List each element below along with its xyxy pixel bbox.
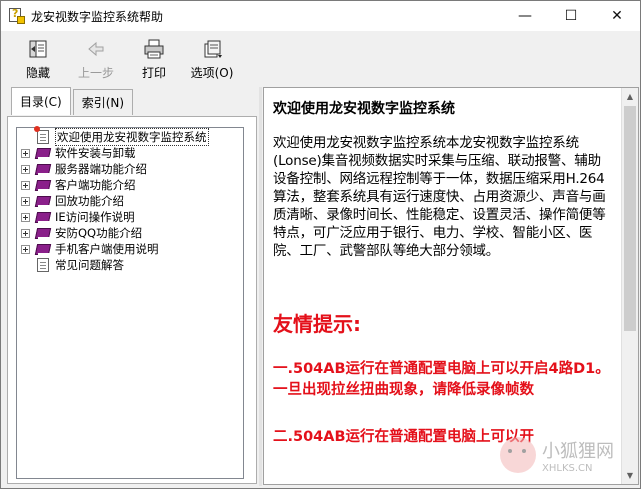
- tab-contents[interactable]: 目录(C): [11, 87, 71, 115]
- tree-item-label: 客户端功能介绍: [55, 178, 136, 192]
- tree-item-ie-access[interactable]: IE访问操作说明: [17, 209, 243, 225]
- navigation-pane: 目录(C) 索引(N) 欢迎使用龙安视数字监控系统 软件安装与卸载 服务器端功能…: [7, 87, 257, 484]
- scroll-up-icon[interactable]: ▲: [622, 88, 638, 105]
- tree-item-label: 软件安装与卸载: [55, 146, 136, 160]
- tab-body: 欢迎使用龙安视数字监控系统 软件安装与卸载 服务器端功能介绍 客户端功能介绍 回…: [7, 116, 257, 484]
- scroll-thumb[interactable]: [624, 106, 636, 331]
- tree-item-label: 常见问题解答: [55, 258, 124, 272]
- hide-button[interactable]: 隐藏: [9, 32, 67, 82]
- watermark-cn: 小狐狸网: [542, 440, 614, 462]
- tip-item-1: 一.504AB运行在普通配置电脑上可以开启4路D1。一旦出现拉丝扭曲现象，请降低…: [273, 361, 610, 398]
- close-button[interactable]: ✕: [594, 1, 640, 31]
- tree-item-mobile[interactable]: 手机客户端使用说明: [17, 241, 243, 257]
- tree-item-label: 服务器端功能介绍: [55, 162, 147, 176]
- book-icon: [34, 179, 52, 192]
- book-icon: [34, 211, 52, 224]
- fox-logo-icon: [500, 437, 536, 473]
- expand-icon[interactable]: [21, 228, 30, 238]
- tip-heading: 友情提示:: [273, 312, 361, 336]
- tree-item-label: 手机客户端使用说明: [55, 242, 159, 256]
- book-icon: [34, 163, 52, 176]
- printer-icon: [144, 39, 164, 59]
- expand-icon[interactable]: [21, 196, 30, 206]
- tree-item-label: 安防QQ功能介绍: [55, 226, 143, 240]
- expand-icon[interactable]: [21, 212, 30, 222]
- topic-content-pane: 欢迎使用龙安视数字监控系统 欢迎使用龙安视数字监控系统本龙安视数字监控系统(Lo…: [263, 87, 639, 485]
- tree-item-label: 回放功能介绍: [55, 194, 124, 208]
- tree-item-install[interactable]: 软件安装与卸载: [17, 145, 243, 161]
- back-label: 上一步: [77, 66, 114, 80]
- print-label: 打印: [141, 66, 166, 80]
- maximize-button[interactable]: ☐: [548, 1, 594, 31]
- options-button[interactable]: 选项(O): [183, 32, 241, 82]
- expand-icon[interactable]: [21, 164, 30, 174]
- tree-item-faq[interactable]: 常见问题解答: [17, 257, 243, 273]
- watermark: 小狐狸网 XHLKS.CN: [500, 434, 630, 476]
- options-icon: [204, 40, 222, 58]
- hide-label: 隐藏: [25, 66, 50, 80]
- help-window: 龙安视数字监控系统帮助 — ☐ ✕ 隐藏 上一步: [0, 0, 641, 489]
- help-app-icon: [9, 7, 25, 24]
- nav-tabs: 目录(C) 索引(N): [11, 87, 135, 117]
- tree-item-security-qq[interactable]: 安防QQ功能介绍: [17, 225, 243, 241]
- expand-icon[interactable]: [21, 180, 30, 190]
- contents-tree[interactable]: 欢迎使用龙安视数字监控系统 软件安装与卸载 服务器端功能介绍 客户端功能介绍 回…: [16, 126, 244, 479]
- title-bar[interactable]: 龙安视数字监控系统帮助 — ☐ ✕: [1, 1, 640, 31]
- vertical-scrollbar[interactable]: ▲ ▼: [621, 88, 638, 484]
- toolbar: 隐藏 上一步 打印 选项(O): [1, 32, 640, 82]
- expand-icon[interactable]: [21, 244, 30, 254]
- tree-item-label: IE访问操作说明: [55, 210, 135, 224]
- book-icon: [34, 195, 52, 208]
- watermark-en: XHLKS.CN: [542, 462, 593, 474]
- expand-icon[interactable]: [21, 148, 30, 158]
- tab-index[interactable]: 索引(N): [72, 89, 134, 115]
- back-button: 上一步: [67, 32, 125, 82]
- print-button[interactable]: 打印: [125, 32, 183, 82]
- tree-item-client[interactable]: 客户端功能介绍: [17, 177, 243, 193]
- book-icon: [34, 227, 52, 240]
- options-label: 选项(O): [190, 66, 234, 80]
- topic-content: 欢迎使用龙安视数字监控系统 欢迎使用龙安视数字监控系统本龙安视数字监控系统(Lo…: [273, 98, 613, 448]
- book-icon: [34, 147, 52, 160]
- window-title: 龙安视数字监控系统帮助: [31, 9, 164, 24]
- minimize-button[interactable]: —: [502, 1, 548, 31]
- book-icon: [34, 243, 52, 256]
- hide-icon: [29, 40, 47, 58]
- pane-splitter[interactable]: [259, 87, 262, 486]
- topic-page-icon: [37, 258, 49, 272]
- topic-title: 欢迎使用龙安视数字监控系统: [273, 101, 455, 117]
- window-controls: — ☐ ✕: [502, 1, 640, 31]
- tree-item-welcome[interactable]: 欢迎使用龙安视数字监控系统: [17, 126, 243, 146]
- topic-page-icon: [34, 126, 49, 144]
- back-arrow-icon: [88, 41, 104, 57]
- tree-item-label: 欢迎使用龙安视数字监控系统: [55, 128, 209, 146]
- tree-item-server[interactable]: 服务器端功能介绍: [17, 161, 243, 177]
- topic-body: 欢迎使用龙安视数字监控系统本龙安视数字监控系统(Lonse)集音视频数据实时采集…: [273, 135, 606, 259]
- tree-item-playback[interactable]: 回放功能介绍: [17, 193, 243, 209]
